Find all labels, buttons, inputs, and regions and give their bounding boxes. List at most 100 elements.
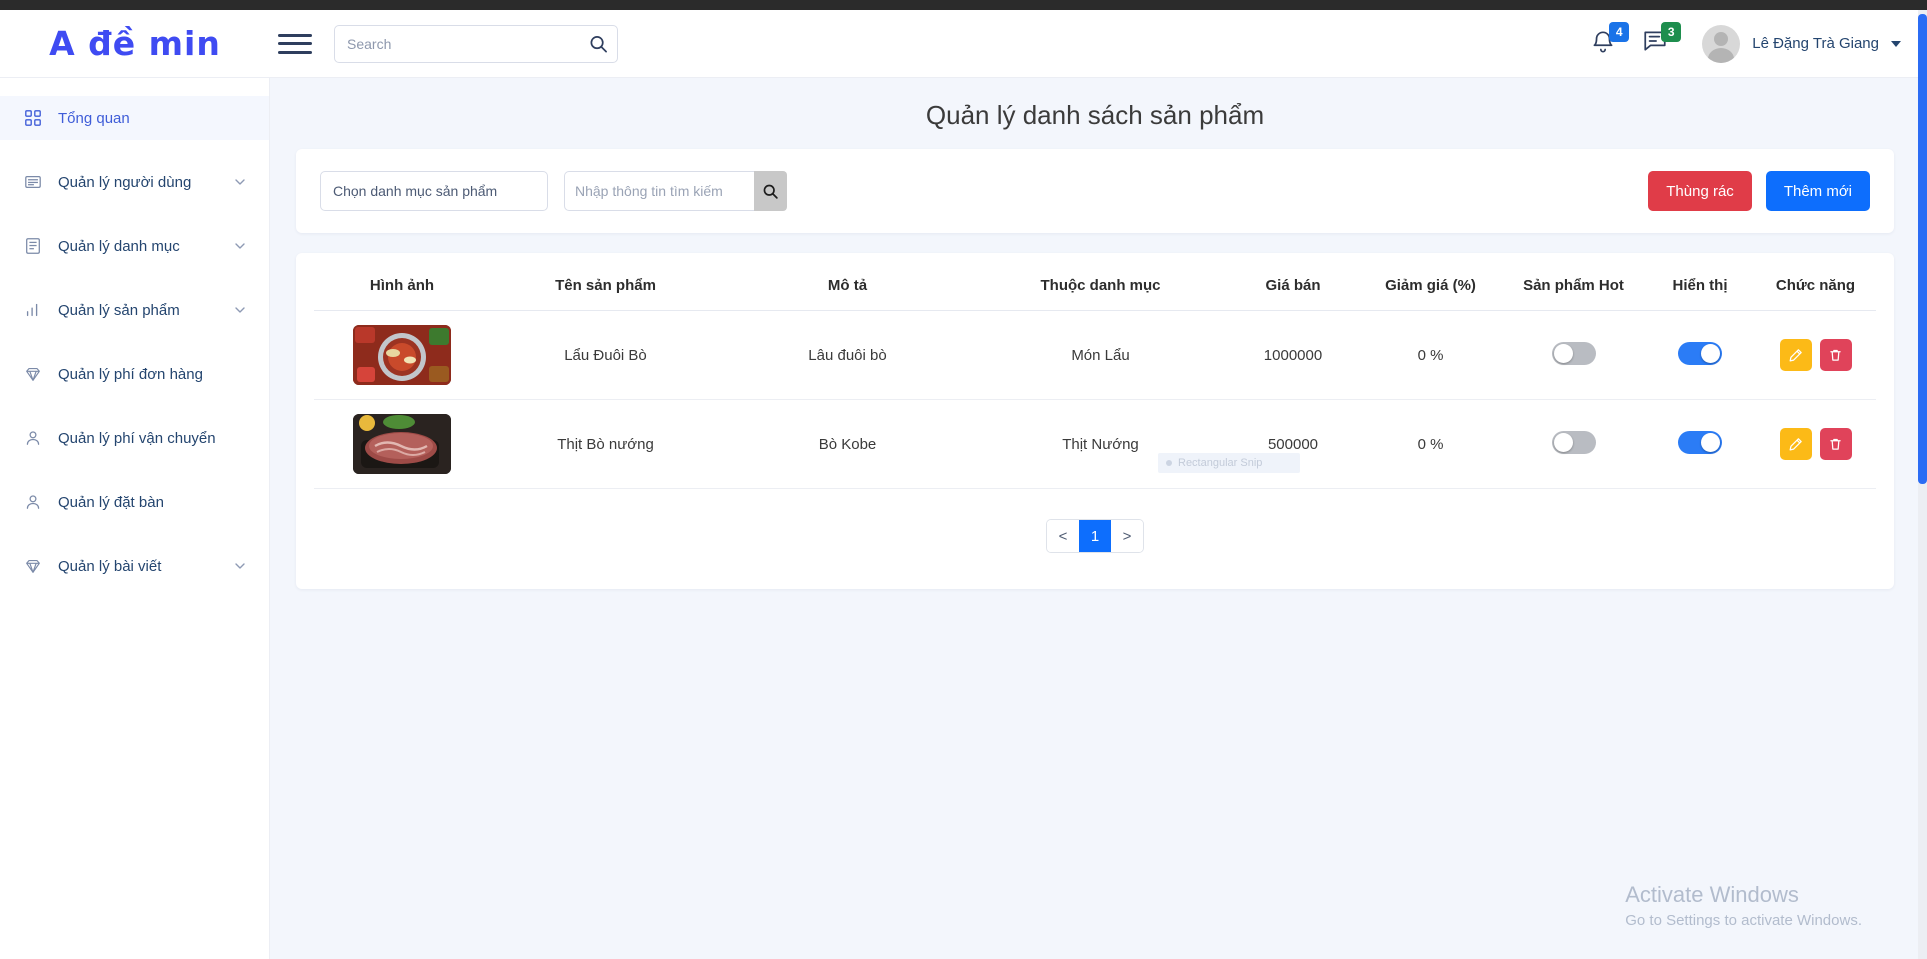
edit-button[interactable]: [1779, 339, 1812, 371]
cell-description: Lâu đuôi bò: [721, 310, 974, 400]
user-menu[interactable]: Lê Đặng Trà Giang: [1702, 24, 1901, 63]
sidebar-item-tong-quan[interactable]: Tổng quan: [0, 96, 269, 140]
col-giam-gia: Giảm giá (%): [1359, 261, 1502, 311]
table-row: Lẩu Đuôi Bò Lâu đuôi bò Món Lẩu 1000000 …: [314, 310, 1876, 400]
col-mo-ta: Mô tả: [721, 261, 974, 311]
id-card-icon: [22, 171, 44, 193]
product-search-button[interactable]: [754, 171, 787, 211]
cell-price: 500000: [1227, 399, 1359, 489]
sidebar-item-quan-ly-san-pham[interactable]: Quản lý sản phẩm: [0, 288, 269, 332]
product-search-input[interactable]: [564, 171, 754, 211]
chevron-down-icon[interactable]: [233, 175, 247, 189]
search-icon[interactable]: [589, 34, 608, 53]
global-search: [334, 24, 618, 63]
bar-chart-icon: [22, 299, 44, 321]
col-san-pham-hot: Sản phẩm Hot: [1502, 261, 1645, 311]
visible-toggle[interactable]: [1678, 341, 1722, 365]
cell-hot-toggle: [1502, 399, 1645, 489]
chevron-down-icon[interactable]: [233, 303, 247, 317]
cell-category: Món Lẩu: [974, 310, 1227, 400]
sidebar-item-label: Quản lý bài viết: [58, 557, 162, 575]
hamburger-bar: [278, 50, 312, 54]
chevron-down-icon[interactable]: [233, 239, 247, 253]
os-top-strip: [0, 0, 1927, 10]
page-title: Quản lý danh sách sản phẩm: [925, 100, 1265, 130]
sidebar-item-label: Quản lý sản phẩm: [58, 301, 180, 319]
product-thumbnail[interactable]: [353, 325, 451, 385]
cell-name: Thịt Bò nướng: [490, 399, 721, 489]
windows-activation-watermark: Activate Windows Go to Settings to activ…: [1625, 882, 1862, 929]
sidebar-item-label: Quản lý phí đơn hàng: [58, 365, 203, 383]
pagination-page-1[interactable]: 1: [1079, 520, 1111, 552]
product-search-group: [564, 171, 787, 211]
main-content: Quản lý danh sách sản phẩm Chọn danh mục…: [270, 78, 1920, 959]
chevron-down-icon[interactable]: [233, 559, 247, 573]
product-thumbnail[interactable]: [353, 414, 451, 474]
sidebar: Tổng quan Quản lý người dùng Quản lý dan…: [0, 78, 270, 959]
diamond-icon: [22, 363, 44, 385]
toggle-knob: [1553, 343, 1573, 363]
cell-description: Bò Kobe: [721, 399, 974, 489]
snip-dot-icon: [1166, 460, 1172, 466]
list-document-icon: [22, 235, 44, 257]
notifications-button[interactable]: 4: [1590, 21, 1630, 60]
brand-text: A đề min: [49, 24, 221, 63]
toggle-knob: [1701, 432, 1720, 452]
user-icon: [22, 427, 44, 449]
messages-button[interactable]: 3: [1642, 21, 1682, 60]
edit-button[interactable]: [1779, 428, 1812, 460]
cell-visible-toggle: [1645, 399, 1755, 489]
col-gia-ban: Giá bán: [1227, 261, 1359, 311]
pagination-prev[interactable]: <: [1047, 520, 1079, 552]
cell-name: Lẩu Đuôi Bò: [490, 310, 721, 400]
sidebar-item-label: Quản lý danh mục: [58, 237, 180, 255]
delete-button[interactable]: [1819, 339, 1852, 371]
pagination: < 1 >: [314, 519, 1876, 553]
user-name-label: Lê Đặng Trà Giang: [1752, 35, 1879, 52]
cell-discount: 0 %: [1359, 399, 1502, 489]
pagination-next[interactable]: >: [1111, 520, 1143, 552]
page-scrollbar-thumb[interactable]: [1918, 14, 1927, 484]
pager-group: < 1 >: [1046, 519, 1144, 553]
col-hinh-anh: Hình ảnh: [314, 261, 490, 311]
toolbar-actions: Thùng rác Thêm mới: [1648, 171, 1870, 211]
sidebar-item-quan-ly-dat-ban[interactable]: Quản lý đặt bàn: [0, 480, 269, 524]
products-table-card: Hình ảnh Tên sản phẩm Mô tả Thuộc danh m…: [296, 253, 1894, 589]
hot-toggle[interactable]: [1551, 341, 1596, 365]
brand-logo[interactable]: A đề min: [0, 24, 270, 63]
cell-discount: 0 %: [1359, 310, 1502, 400]
add-new-button[interactable]: Thêm mới: [1765, 171, 1870, 211]
toggle-knob: [1553, 432, 1573, 452]
search-input[interactable]: [334, 24, 618, 63]
sidebar-item-quan-ly-bai-viet[interactable]: Quản lý bài viết: [0, 544, 269, 588]
cell-image: [314, 310, 490, 400]
cell-hot-toggle: [1502, 310, 1645, 400]
hamburger-bar: [278, 42, 312, 45]
snip-tooltip-label: Rectangular Snip: [1178, 457, 1263, 469]
delete-button[interactable]: [1819, 428, 1852, 460]
category-select[interactable]: Chọn danh mục sản phẩm: [320, 171, 548, 211]
grid-icon: [22, 107, 44, 129]
sidebar-item-label: Tổng quan: [58, 109, 130, 127]
hot-toggle[interactable]: [1551, 430, 1596, 454]
hamburger-icon[interactable]: [278, 31, 312, 57]
sidebar-item-quan-ly-nguoi-dung[interactable]: Quản lý người dùng: [0, 160, 269, 204]
cell-actions: [1755, 399, 1876, 489]
table-body: Lẩu Đuôi Bò Lâu đuôi bò Món Lẩu 1000000 …: [314, 310, 1876, 489]
products-table: Hình ảnh Tên sản phẩm Mô tả Thuộc danh m…: [314, 261, 1876, 489]
toggle-knob: [1701, 343, 1720, 363]
col-hien-thi: Hiển thị: [1645, 261, 1755, 311]
diamond-icon: [22, 555, 44, 577]
sidebar-item-quan-ly-danh-muc[interactable]: Quản lý danh mục: [0, 224, 269, 268]
table-header-row: Hình ảnh Tên sản phẩm Mô tả Thuộc danh m…: [314, 261, 1876, 311]
sidebar-item-label: Quản lý người dùng: [58, 173, 192, 191]
visible-toggle[interactable]: [1678, 430, 1722, 454]
sidebar-item-quan-ly-phi-van-chuyen[interactable]: Quản lý phí vận chuyển: [0, 416, 269, 460]
chevron-down-icon: [1891, 40, 1901, 47]
sidebar-item-label: Quản lý phí vận chuyển: [58, 429, 216, 447]
watermark-subtitle: Go to Settings to activate Windows.: [1625, 912, 1862, 929]
trash-button[interactable]: Thùng rác: [1648, 171, 1752, 211]
sidebar-item-quan-ly-phi-don-hang[interactable]: Quản lý phí đơn hàng: [0, 352, 269, 396]
filter-toolbar: Chọn danh mục sản phẩm Thùng rác Thêm mớ…: [296, 149, 1894, 233]
cell-image: [314, 399, 490, 489]
